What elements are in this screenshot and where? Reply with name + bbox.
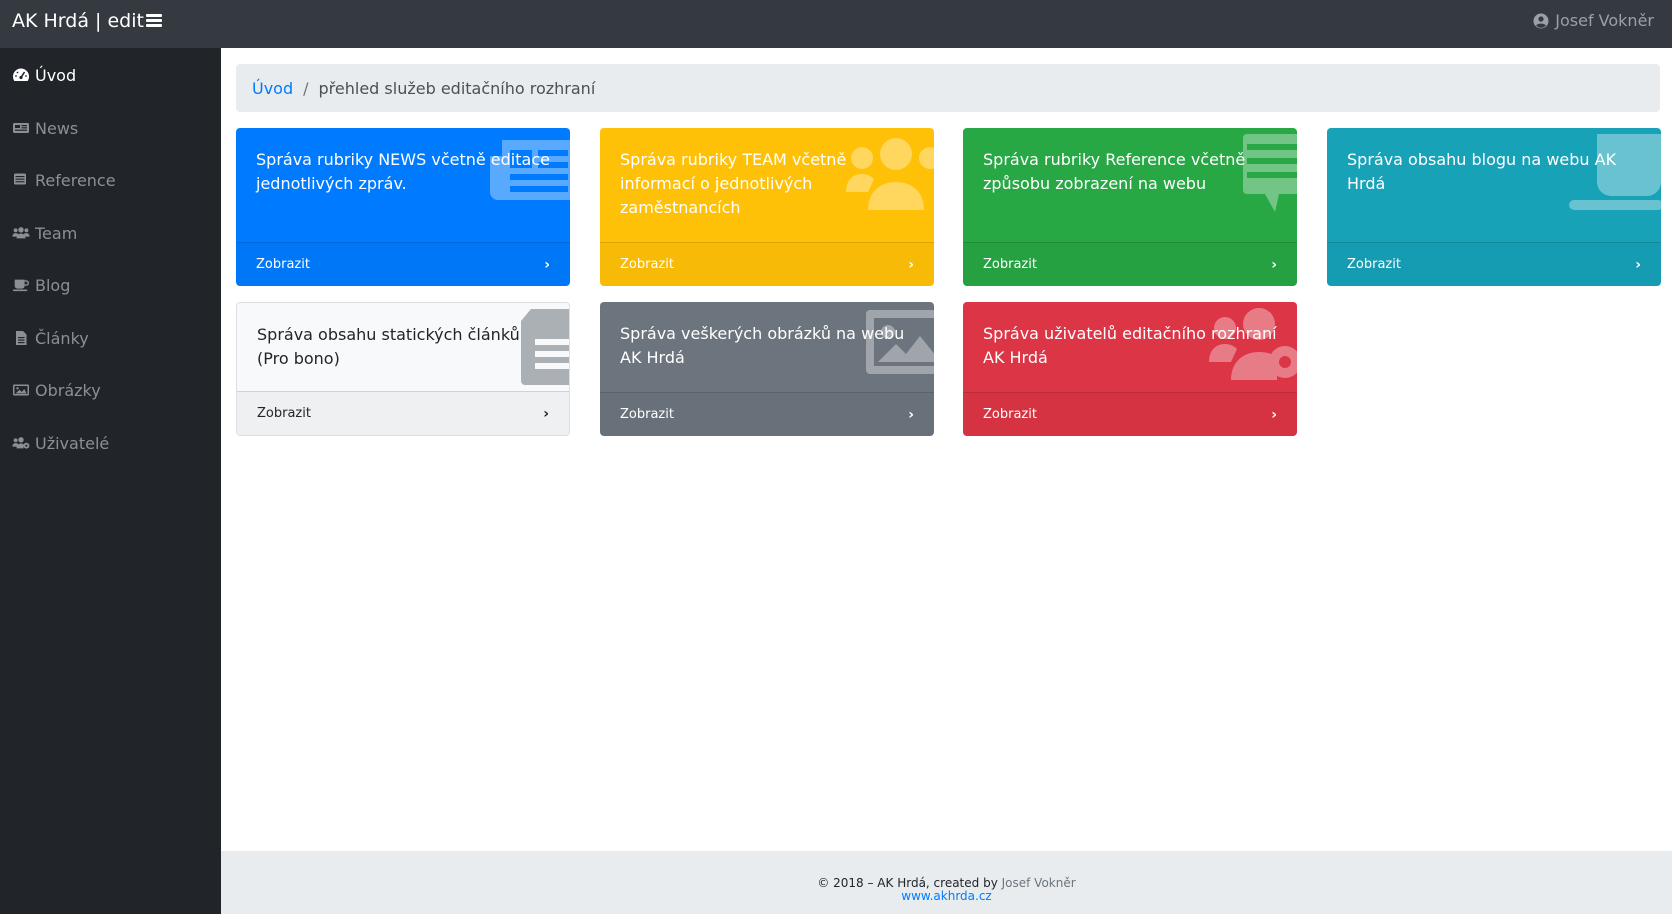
card-description: Správa rubriky NEWS včetně editace jedno… [256, 150, 550, 193]
sidebar-item-team[interactable]: Team [12, 219, 77, 247]
card-news: Správa rubriky NEWS včetně editace jedno… [236, 128, 570, 286]
card-description: Správa veškerých obrázků na webu AK Hrdá [620, 324, 905, 367]
sidebar-item-obrazky[interactable]: Obrázky [12, 376, 101, 404]
breadcrumb: Úvod / přehled služeb editačního rozhran… [236, 64, 1660, 112]
sidebar-item-label: Team [35, 223, 78, 243]
coffee-icon [12, 279, 29, 292]
card-link-label: Zobrazit [983, 407, 1037, 422]
sidebar-item-label: News [35, 118, 79, 138]
sidebar-item-label: Uživatelé [35, 433, 110, 453]
user-circle-icon [1533, 13, 1549, 28]
card-description: Správa rubriky Reference včetně způsobu … [983, 150, 1246, 193]
sidebar-item-reference[interactable]: Reference [12, 166, 116, 194]
chevron-right-icon: › [1635, 256, 1641, 273]
sidebar-item-blog[interactable]: Blog [12, 271, 70, 299]
card-description: Správa rubriky TEAM včetně informací o j… [620, 150, 847, 217]
brand-title[interactable]: AK Hrdá | edit [12, 10, 144, 32]
chevron-right-icon: › [544, 256, 550, 273]
card-link-label: Zobrazit [256, 257, 310, 272]
user-menu[interactable]: Josef Vokněr [1533, 11, 1654, 30]
top-navbar: AK Hrdá | edit Josef Vokněr [0, 0, 1672, 48]
chevron-right-icon: › [908, 256, 914, 273]
breadcrumb-home-link[interactable]: Úvod [252, 79, 293, 98]
newspaper-icon [13, 123, 29, 133]
footer-author: Josef Vokněr [1001, 876, 1076, 890]
card-view-link[interactable]: Zobrazit › [600, 242, 934, 286]
sidebar-item-label: Obrázky [35, 380, 101, 400]
card-view-link[interactable]: Zobrazit › [237, 391, 569, 435]
card-team: Správa rubriky TEAM včetně informací o j… [600, 128, 934, 286]
card-link-label: Zobrazit [620, 407, 674, 422]
page-footer: © 2018 – AK Hrdá, created by Josef Vokně… [221, 851, 1672, 914]
card-link-label: Zobrazit [257, 406, 311, 421]
breadcrumb-current: přehled služeb editačního rozhraní [318, 78, 596, 98]
card-users: Správa uživatelů editačního rozhraní AK … [963, 302, 1297, 436]
card-view-link[interactable]: Zobrazit › [1327, 242, 1661, 286]
breadcrumb-separator: / [303, 78, 309, 98]
sidebar-item-clanky[interactable]: Články [12, 324, 89, 352]
card-articles: Správa obsahu statických článků (Pro bon… [236, 302, 570, 436]
footer-website-link[interactable]: www.akhrda.cz [901, 889, 991, 903]
chevron-right-icon: › [543, 405, 549, 422]
users-cog-icon [12, 437, 30, 449]
card-link-label: Zobrazit [1347, 257, 1401, 272]
card-description: Správa obsahu blogu na webu AK Hrdá [1347, 150, 1617, 193]
card-description: Správa uživatelů editačního rozhraní AK … [983, 324, 1277, 367]
users-icon [12, 227, 30, 239]
card-view-link[interactable]: Zobrazit › [236, 242, 570, 286]
card-link-label: Zobrazit [983, 257, 1037, 272]
comment-icon [14, 173, 26, 185]
card-view-link[interactable]: Zobrazit › [963, 392, 1297, 436]
chevron-right-icon: › [908, 406, 914, 423]
sidebar-item-label: Články [35, 328, 89, 348]
tachometer-icon [13, 68, 29, 81]
menu-toggle-icon[interactable] [146, 12, 162, 30]
card-reference: Správa rubriky Reference včetně způsobu … [963, 128, 1297, 286]
sidebar: Úvod News Reference Team Blog Články Obr… [0, 48, 221, 914]
chevron-right-icon: › [1271, 406, 1277, 423]
image-icon [13, 384, 29, 396]
sidebar-item-uzivatele[interactable]: Uživatelé [12, 429, 109, 457]
card-link-label: Zobrazit [620, 257, 674, 272]
card-blog: Správa obsahu blogu na webu AK Hrdá Zobr… [1327, 128, 1661, 286]
sidebar-item-label: Reference [35, 170, 116, 190]
user-name: Josef Vokněr [1555, 11, 1654, 30]
card-description: Správa obsahu statických článků (Pro bon… [257, 325, 520, 368]
sidebar-item-news[interactable]: News [12, 114, 78, 142]
sidebar-item-label: Blog [35, 275, 71, 295]
footer-copyright: © 2018 – AK Hrdá, created by [817, 876, 998, 890]
sidebar-item-label: Úvod [35, 65, 77, 85]
file-icon [16, 331, 27, 345]
card-view-link[interactable]: Zobrazit › [600, 392, 934, 436]
sidebar-item-uvod[interactable]: Úvod [12, 61, 76, 89]
card-view-link[interactable]: Zobrazit › [963, 242, 1297, 286]
card-images: Správa veškerých obrázků na webu AK Hrdá… [600, 302, 934, 436]
chevron-right-icon: › [1271, 256, 1277, 273]
